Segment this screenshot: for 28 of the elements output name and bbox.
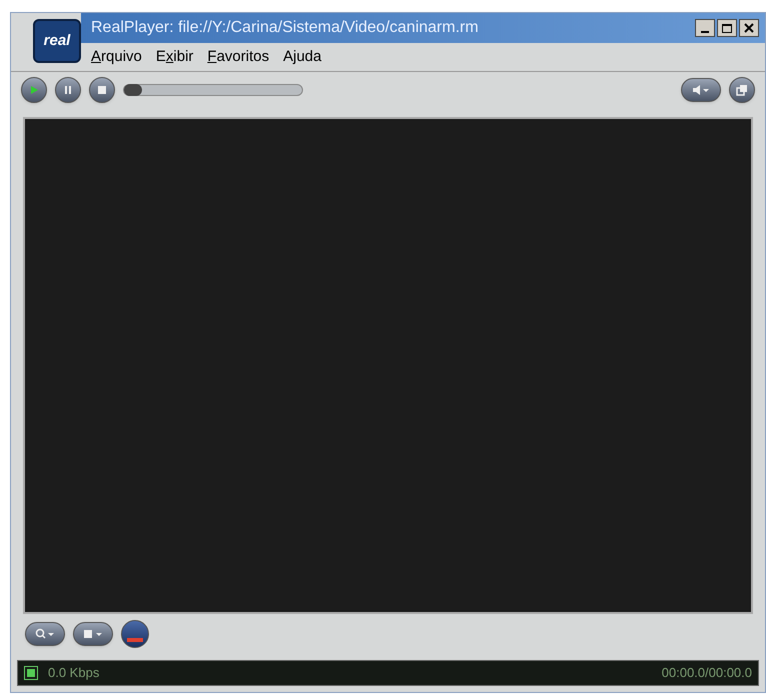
magnifier-icon (35, 628, 55, 640)
status-indicator-icon (24, 666, 38, 680)
menu-item[interactable]: Exibir (156, 46, 194, 68)
menu-item[interactable]: Arquivo (91, 46, 142, 68)
volume-button[interactable] (681, 78, 721, 102)
close-icon (744, 23, 754, 33)
pause-icon (63, 84, 73, 94)
bitrate-text: 0.0 Kbps (48, 664, 100, 682)
record-button[interactable] (121, 620, 149, 648)
clip-info-button[interactable] (73, 622, 113, 646)
minimize-button[interactable] (695, 19, 715, 37)
maximize-button[interactable] (717, 19, 737, 37)
menu-item[interactable]: Favoritos (207, 46, 270, 68)
time-text: 00:00.0/00:00.0 (662, 664, 752, 682)
seek-slider[interactable] (123, 84, 303, 96)
logo-text: real (44, 30, 70, 51)
zoom-button[interactable] (25, 622, 65, 646)
play-button[interactable] (21, 76, 47, 102)
stop-button[interactable] (89, 76, 115, 102)
compact-mode-button[interactable] (729, 76, 755, 102)
stop-icon (97, 84, 107, 94)
speaker-icon (692, 84, 710, 94)
menu-item[interactable]: Ajuda (283, 46, 322, 68)
window-title: RealPlayer: file://Y:/Carina/Sistema/Video/caninarm.rm (91, 18, 478, 38)
window-icon (736, 84, 748, 96)
pause-button[interactable] (55, 76, 81, 102)
play-icon (29, 84, 39, 94)
close-button[interactable] (739, 19, 759, 37)
